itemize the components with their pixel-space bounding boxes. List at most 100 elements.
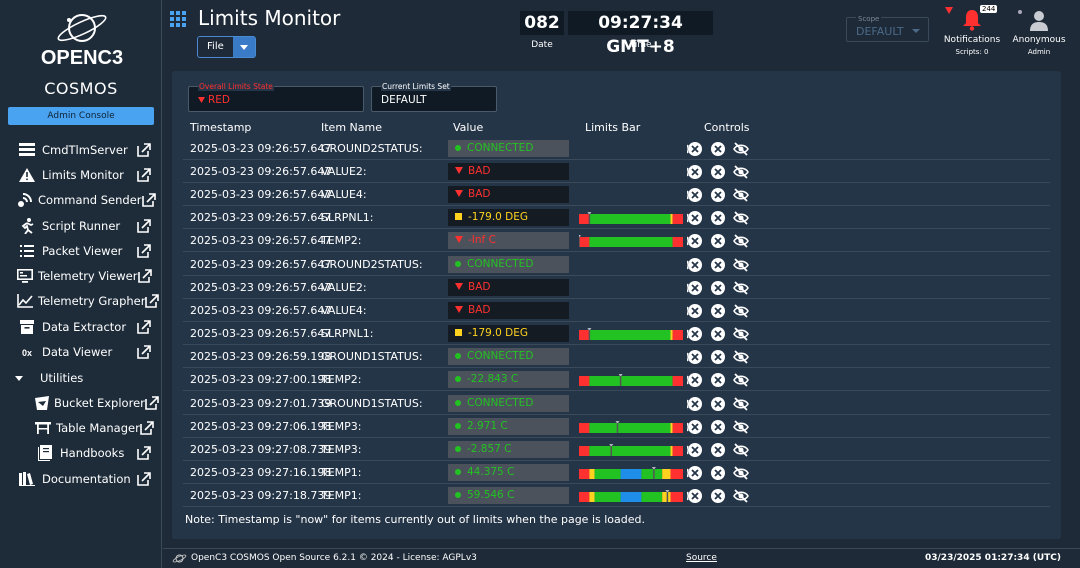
limits-segment-green (589, 446, 671, 456)
eye-off-icon[interactable] (733, 304, 749, 318)
file-menu-button[interactable]: File (197, 36, 256, 58)
close-circle-icon[interactable] (710, 372, 726, 388)
source-link[interactable]: Source (686, 553, 717, 563)
sidebar-item-utilities[interactable]: Utilities (0, 367, 162, 389)
ignore-item-icon[interactable] (687, 257, 703, 273)
eye-off-icon[interactable] (733, 466, 749, 480)
sidebar-item-bucket-explorer[interactable]: Bucket Explorer (0, 392, 162, 414)
eye-off-icon[interactable] (733, 397, 749, 411)
open-external-icon[interactable] (137, 168, 162, 182)
close-circle-icon[interactable] (710, 465, 726, 481)
eye-off-icon[interactable] (733, 443, 749, 457)
close-circle-icon[interactable] (710, 257, 726, 273)
open-external-icon[interactable] (137, 244, 162, 258)
sidebar-item-telemetry-grapher[interactable]: Telemetry Grapher (0, 290, 162, 312)
eye-off-icon[interactable] (733, 350, 749, 364)
current-limits-set-field[interactable]: Current Limits Set DEFAULT (371, 82, 497, 112)
eye-off-icon[interactable] (733, 281, 749, 295)
eye-off-icon[interactable] (733, 211, 749, 225)
eye-off-icon[interactable] (733, 165, 749, 179)
close-circle-icon[interactable] (710, 210, 726, 226)
open-external-icon[interactable] (137, 472, 162, 486)
open-external-icon[interactable] (137, 345, 162, 359)
ignore-item-icon[interactable] (687, 465, 703, 481)
ignore-item-icon[interactable] (687, 303, 703, 319)
ignore-item-icon[interactable] (687, 349, 703, 365)
account-icon (1030, 11, 1048, 31)
sidebar-item-telemetry-viewer[interactable]: Telemetry Viewer (0, 265, 162, 287)
close-circle-icon[interactable] (710, 303, 726, 319)
open-external-icon[interactable] (137, 269, 163, 283)
close-circle-icon[interactable] (710, 187, 726, 203)
close-circle-icon[interactable] (710, 164, 726, 180)
column-timestamp: Timestamp (190, 121, 252, 134)
ignore-item-icon[interactable] (687, 141, 703, 157)
row-value-text: CONNECTED (467, 397, 534, 409)
close-circle-icon[interactable] (710, 326, 726, 342)
open-external-icon[interactable] (137, 219, 162, 233)
chevron-down-icon[interactable] (232, 37, 255, 57)
sidebar-item-data-extractor[interactable]: Data Extractor (0, 316, 162, 338)
row-value: 59.546 C (448, 487, 569, 504)
sidebar-item-cmdtlmserver[interactable]: CmdTlmServer (0, 139, 162, 161)
eye-off-icon[interactable] (733, 489, 749, 503)
user-menu-button[interactable]: Anonymous Admin (1011, 4, 1067, 59)
limits-segment-green (589, 330, 671, 340)
close-circle-icon[interactable] (710, 488, 726, 504)
open-external-icon[interactable] (145, 396, 170, 410)
open-external-icon[interactable] (137, 143, 162, 157)
ignore-item-icon[interactable] (687, 164, 703, 180)
limits-segment-red (672, 376, 683, 386)
sidebar-item-documentation[interactable]: Documentation (0, 468, 162, 490)
ignore-item-icon[interactable] (687, 396, 703, 412)
close-circle-icon[interactable] (710, 442, 726, 458)
eye-off-icon[interactable] (733, 234, 749, 248)
eye-off-icon[interactable] (733, 142, 749, 156)
limits-segment-green (589, 423, 671, 433)
close-circle-icon[interactable] (710, 419, 726, 435)
row-value: -179.0 DEG (448, 325, 569, 342)
close-circle-icon[interactable] (710, 396, 726, 412)
ignore-item-icon[interactable] (687, 488, 703, 504)
eye-off-icon[interactable] (733, 327, 749, 341)
sidebar-item-limits-monitor[interactable]: Limits Monitor (0, 164, 162, 186)
ignore-item-icon[interactable] (687, 233, 703, 249)
sidebar-item-command-sender[interactable]: Command Sender (0, 189, 162, 211)
close-circle-icon[interactable] (710, 233, 726, 249)
ignore-item-icon[interactable] (687, 210, 703, 226)
close-circle-icon[interactable] (710, 349, 726, 365)
eye-off-icon[interactable] (733, 420, 749, 434)
row-controls (687, 442, 749, 458)
eye-off-icon[interactable] (733, 258, 749, 272)
notifications-button[interactable]: 244 Notifications Scripts: 0 (942, 4, 1002, 59)
open-external-icon[interactable] (141, 193, 167, 207)
sidebar-item-table-manager[interactable]: Table Manager (0, 417, 162, 439)
limits-segment-red (579, 423, 590, 433)
open-external-icon[interactable] (140, 421, 165, 435)
open-external-icon[interactable] (137, 320, 162, 334)
row-controls (687, 210, 749, 226)
eye-off-icon[interactable] (733, 373, 749, 387)
row-item-name: GROUND1STATUS: (321, 397, 423, 410)
close-circle-icon[interactable] (710, 141, 726, 157)
ignore-item-icon[interactable] (687, 372, 703, 388)
sidebar-item-packet-viewer[interactable]: Packet Viewer (0, 240, 162, 262)
sidebar-item-script-runner[interactable]: Script Runner (0, 215, 162, 237)
ignore-item-icon[interactable] (687, 280, 703, 296)
ignore-item-icon[interactable] (687, 419, 703, 435)
ignore-item-icon[interactable] (687, 442, 703, 458)
open-external-icon[interactable] (145, 294, 170, 308)
open-external-icon[interactable] (137, 446, 162, 460)
admin-console-button[interactable]: Admin Console (8, 107, 154, 125)
row-item-name: GROUND2STATUS: (321, 142, 423, 155)
ignore-item-icon[interactable] (687, 187, 703, 203)
ignore-item-icon[interactable] (687, 326, 703, 342)
eye-off-icon[interactable] (733, 188, 749, 202)
row-controls (687, 303, 749, 319)
app-grid-icon[interactable] (170, 11, 186, 27)
svg-text:OPENC3: OPENC3 (41, 47, 123, 69)
sidebar-item-data-viewer[interactable]: 0x Data Viewer (0, 341, 162, 363)
scope-select[interactable]: Scope DEFAULT (846, 15, 929, 42)
close-circle-icon[interactable] (710, 280, 726, 296)
sidebar-item-handbooks[interactable]: Handbooks (0, 442, 162, 464)
